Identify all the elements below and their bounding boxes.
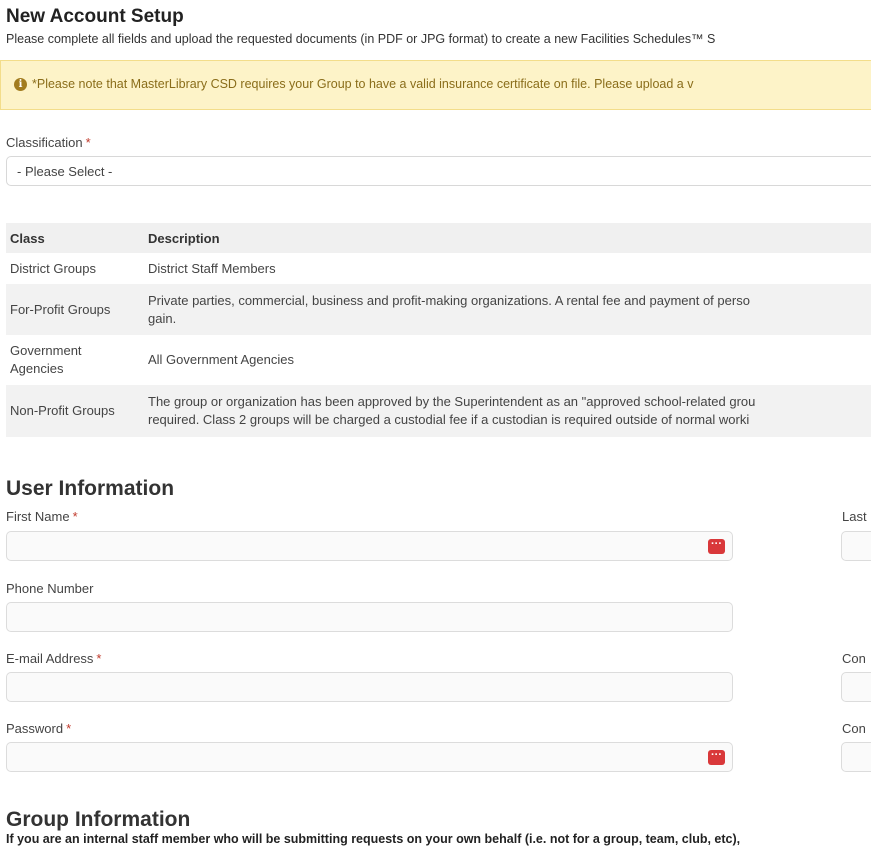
confirm-email-input[interactable]: [841, 672, 871, 702]
class-table: Class Description District Groups Distri…: [6, 223, 871, 437]
classification-label: Classification *: [6, 135, 91, 150]
page-subtitle: Please complete all fields and upload th…: [6, 32, 716, 46]
confirm-password-input[interactable]: [841, 742, 871, 772]
info-circle-icon: i: [14, 78, 27, 91]
description-line: gain.: [148, 310, 177, 326]
last-name-label: Last: [842, 509, 867, 524]
confirm-email-label: Con: [842, 651, 866, 666]
email-input[interactable]: [6, 672, 733, 702]
table-row: Non-Profit Groups The group or organizat…: [6, 385, 871, 437]
password-manager-icon[interactable]: ···: [708, 750, 725, 765]
description-line: required. Class 2 groups will be charged…: [148, 412, 750, 427]
first-name-input[interactable]: ···: [6, 531, 733, 561]
description-line: The group or organization has been appro…: [148, 394, 756, 409]
phone-number-label: Phone Number: [6, 581, 94, 596]
table-row: District Groups District Staff Members: [6, 253, 871, 284]
description-cell: The group or organization has been appro…: [144, 385, 871, 437]
user-information-heading: User Information: [6, 477, 175, 500]
classification-select[interactable]: - Please Select -: [6, 156, 871, 186]
class-cell: Government Agencies: [6, 335, 144, 385]
class-line: Government: [10, 343, 82, 358]
column-header-description: Description: [144, 223, 871, 253]
confirm-password-label: Con: [842, 721, 866, 736]
password-manager-icon[interactable]: ···: [708, 539, 725, 554]
description-cell: District Staff Members: [148, 260, 276, 276]
column-header-class: Class: [6, 223, 144, 253]
class-cell: For-Profit Groups: [6, 284, 144, 335]
phone-number-input[interactable]: [6, 602, 733, 632]
password-label: Password *: [6, 721, 71, 736]
class-line: Agencies: [10, 361, 64, 376]
first-name-label: First Name *: [6, 509, 78, 524]
class-cell: Non-Profit Groups: [6, 385, 144, 437]
table-header-row: Class Description: [6, 223, 871, 253]
class-cell: District Groups: [10, 260, 96, 276]
classification-label-text: Classification: [6, 135, 83, 150]
notice-text: *Please note that MasterLibrary CSD requ…: [32, 77, 694, 91]
required-mark: *: [96, 651, 102, 666]
first-name-label-text: First Name: [6, 509, 70, 524]
email-label-text: E-mail Address: [6, 651, 94, 666]
group-information-heading: Group Information: [6, 808, 191, 831]
password-input[interactable]: ···: [6, 742, 733, 772]
new-account-page: New Account Setup Please complete all fi…: [0, 0, 871, 852]
classification-selected-value: - Please Select -: [17, 164, 113, 179]
required-mark: *: [85, 135, 91, 150]
table-row: For-Profit Groups Private parties, comme…: [6, 284, 871, 335]
description-cell: Private parties, commercial, business an…: [144, 284, 871, 335]
required-mark: *: [72, 509, 78, 524]
required-mark: *: [66, 721, 72, 736]
group-information-note: If you are an internal staff member who …: [6, 832, 741, 846]
table-row: Government Agencies All Government Agenc…: [6, 335, 871, 385]
insurance-notice: i *Please note that MasterLibrary CSD re…: [0, 60, 871, 110]
email-label: E-mail Address *: [6, 651, 101, 666]
description-cell: All Government Agencies: [148, 352, 294, 367]
page-title: New Account Setup: [6, 6, 184, 27]
last-name-input[interactable]: [841, 531, 871, 561]
description-line: Private parties, commercial, business an…: [148, 292, 750, 308]
password-label-text: Password: [6, 721, 64, 736]
